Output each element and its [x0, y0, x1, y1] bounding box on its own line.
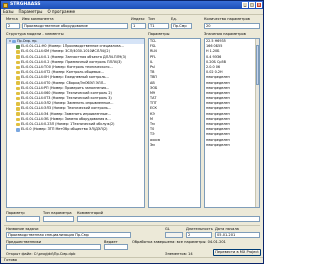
app-icon: [3, 2, 8, 8]
value-item[interactable]: неопределен: [205, 143, 259, 148]
minimize-button[interactable]: _: [242, 2, 248, 8]
node-icon: [16, 91, 20, 96]
close-button[interactable]: ×: [256, 2, 262, 8]
start-date-field[interactable]: 05.01.201: [215, 232, 260, 238]
node-icon: [16, 81, 20, 85]
separator: [4, 225, 260, 226]
executor-field[interactable]: [104, 244, 128, 250]
task-name-label: Название задачи: [6, 227, 39, 231]
node-icon: [16, 117, 20, 122]
menu-bar: Базы Параметры О программе: [1, 9, 263, 15]
menu-item-parameters[interactable]: Параметры: [18, 9, 42, 14]
node-icon: [16, 102, 20, 106]
index-label: Индекс: [131, 17, 145, 21]
node-icon: [16, 76, 20, 80]
params-count-label: Количество параметров: [204, 17, 250, 21]
type-field[interactable]: Т1: [148, 23, 169, 29]
values-scroll-thumb[interactable]: [256, 45, 259, 85]
tree-row[interactable]: ЕL:0.0 (Номер: ЗТП МетОбр общество ЭЛ(ДЭ…: [7, 127, 144, 132]
window-title: STRGHAASS: [10, 2, 41, 7]
start-date-label: Дата начала: [215, 227, 239, 231]
node-icon: [16, 122, 20, 127]
node-icon: [12, 39, 16, 44]
values-panel-label: Значения параметров: [204, 32, 246, 36]
gl-field[interactable]: [165, 232, 183, 238]
node-icon: [16, 50, 20, 54]
index-field[interactable]: 1: [131, 23, 146, 29]
open-file-text: Открыт файл: С:\prog\dd\Пр.Смр.dpb: [6, 252, 76, 256]
task-name-field[interactable]: Производственная специализация Пр.Смр: [6, 232, 131, 238]
unit-label: Ед.: [171, 17, 177, 21]
node-icon: [16, 65, 20, 70]
title-bar[interactable]: STRGHAASS _ □ ×: [1, 1, 263, 9]
export-msproject-button[interactable]: Перевести в МХ Project: [213, 249, 261, 256]
duration-label: Длительность: [186, 227, 213, 231]
params-count-field[interactable]: 20: [204, 23, 260, 29]
node-icon: [16, 112, 20, 116]
component-name-label: Имя компонента: [22, 17, 54, 21]
node-icon: [16, 60, 20, 65]
main-window: STRGHAASS _ □ × Базы Параметры О програм…: [0, 0, 264, 264]
predecessors-field[interactable]: [6, 244, 101, 250]
status-text: Готово: [4, 258, 17, 262]
duration-field[interactable]: 2: [186, 232, 212, 238]
gl-label: GL: [165, 227, 170, 231]
maximize-button[interactable]: □: [249, 2, 255, 8]
values-list[interactable]: 22.5 Н6935 166 0Б55 Н 1.20Б 0.4 9ЭЗ6 0.20Б С…: [204, 38, 260, 208]
unit-field[interactable]: Пр.Смр: [171, 23, 192, 29]
param-item[interactable]: Зм: [149, 143, 200, 148]
tree-panel-label: Структура модели - элементы: [6, 32, 64, 36]
param-type-label: Тип параметра: [43, 211, 72, 215]
node-icon: [16, 70, 20, 75]
node-icon: [16, 55, 20, 59]
param-label: Параметр: [6, 211, 25, 215]
code-label: Метка: [6, 17, 18, 21]
node-icon: [16, 107, 20, 111]
param-type-field[interactable]: [43, 216, 74, 222]
tree-row-label: ЕL:0.0 (Номер: ЗТП МетОбр общество ЭЛ(ДЭ…: [21, 127, 108, 132]
node-icon: [16, 45, 20, 49]
code-field[interactable]: 2: [6, 23, 20, 29]
params-panel-label: Параметры: [148, 32, 170, 36]
values-scrollbar[interactable]: [255, 39, 259, 207]
status-bar: Готово: [1, 257, 263, 263]
structure-tree[interactable]: ▾ Пр.Смр. пр. ЕL:0.0L.CLL:Н0 (Номер: 1Прои…: [6, 38, 145, 208]
param-field[interactable]: [6, 216, 40, 222]
type-label: Тип: [148, 17, 155, 21]
comment-label: Комментарий: [77, 211, 103, 215]
node-icon: [16, 86, 20, 91]
node-icon: [16, 96, 20, 101]
menu-item-bases[interactable]: Базы: [3, 9, 13, 14]
node-icon: [16, 128, 20, 132]
processed-text: Обработка завершена: все параметры: 04.0…: [132, 240, 226, 244]
params-list[interactable]: TCL FSL RLN PFL IL Psl TB TBП АВ ЭОБ М9 ТАТ ТПТ ЕСК КЭ…: [148, 38, 201, 208]
comment-field[interactable]: [77, 216, 260, 222]
menu-item-about[interactable]: О программе: [47, 9, 75, 14]
elements-count: Элементов: 14: [165, 252, 193, 256]
component-name-field[interactable]: Производственное оборудование: [22, 23, 128, 29]
